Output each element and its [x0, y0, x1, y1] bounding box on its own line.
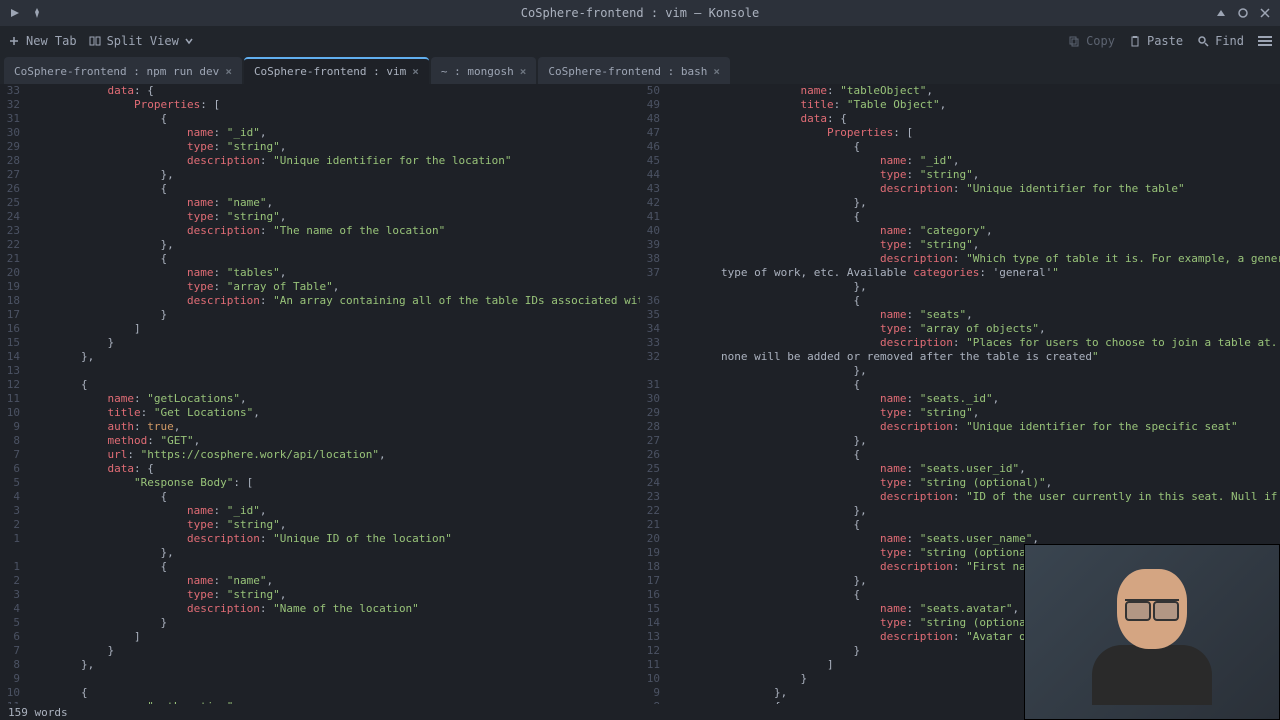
- tab-label: CoSphere-frontend : vim: [254, 65, 406, 78]
- tabbar: CoSphere-frontend : npm run dev × CoSphe…: [0, 56, 1280, 84]
- new-tab-label: New Tab: [26, 34, 77, 48]
- copy-label: Copy: [1086, 34, 1115, 48]
- toolbar: New Tab Split View Copy Paste Find: [0, 26, 1280, 56]
- tab-bash[interactable]: CoSphere-frontend : bash ×: [538, 57, 730, 84]
- tab-close-icon[interactable]: ×: [225, 65, 232, 78]
- new-tab-button[interactable]: New Tab: [8, 34, 77, 48]
- maximize-icon[interactable]: [1236, 6, 1250, 20]
- tab-npm-dev[interactable]: CoSphere-frontend : npm run dev ×: [4, 57, 242, 84]
- tab-label: CoSphere-frontend : bash: [548, 65, 707, 78]
- tab-vim[interactable]: CoSphere-frontend : vim ×: [244, 57, 429, 84]
- tab-label: ~ : mongosh: [441, 65, 514, 78]
- left-code[interactable]: data: { Properties: [ { name: "_id", typ…: [0, 84, 640, 704]
- left-pane[interactable]: 3332313029282726252423222120191817161514…: [0, 84, 640, 704]
- tab-close-icon[interactable]: ×: [412, 65, 419, 78]
- hamburger-menu-icon[interactable]: [1258, 36, 1272, 46]
- tab-close-icon[interactable]: ×: [520, 65, 527, 78]
- webcam-overlay: [1024, 544, 1280, 720]
- find-button[interactable]: Find: [1197, 34, 1244, 48]
- pin-icon[interactable]: [30, 6, 44, 20]
- tab-label: CoSphere-frontend : npm run dev: [14, 65, 219, 78]
- titlebar: CoSphere-frontend : vim — Konsole: [0, 0, 1280, 26]
- find-label: Find: [1215, 34, 1244, 48]
- app-menu-icon[interactable]: [8, 6, 22, 20]
- right-gutter: 5049484746454443424140393837363534333231…: [640, 84, 664, 704]
- window-title: CoSphere-frontend : vim — Konsole: [521, 6, 759, 20]
- paste-button[interactable]: Paste: [1129, 34, 1183, 48]
- paste-label: Paste: [1147, 34, 1183, 48]
- copy-button[interactable]: Copy: [1068, 34, 1115, 48]
- close-icon[interactable]: [1258, 6, 1272, 20]
- chevron-down-icon: [185, 37, 193, 45]
- tab-close-icon[interactable]: ×: [713, 65, 720, 78]
- split-view-label: Split View: [107, 34, 179, 48]
- minimize-icon[interactable]: [1214, 6, 1228, 20]
- tab-mongosh[interactable]: ~ : mongosh ×: [431, 57, 536, 84]
- split-view-button[interactable]: Split View: [89, 34, 193, 48]
- left-gutter: 3332313029282726252423222120191817161514…: [0, 84, 24, 704]
